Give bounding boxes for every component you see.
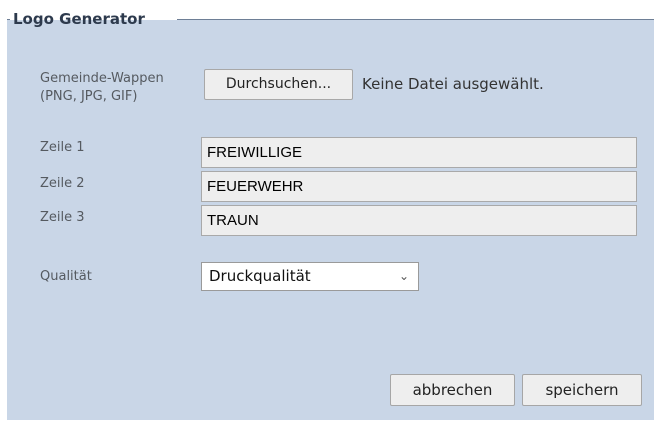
chevron-down-icon: ⌄: [398, 269, 409, 283]
file-status: Keine Datei ausgewählt.: [362, 75, 544, 93]
quality-label: Qualität: [40, 269, 92, 284]
line2-input[interactable]: FEUERWEHR: [201, 171, 637, 202]
line2-label: Zeile 2: [40, 176, 85, 191]
fieldset-legend: Logo Generator: [13, 10, 145, 28]
fieldset-border-left: [7, 19, 10, 20]
quality-select[interactable]: Druckqualität ⌄: [201, 262, 419, 291]
line3-input[interactable]: TRAUN: [201, 205, 637, 236]
fieldset-border-right: [177, 19, 654, 20]
wappen-label: Gemeinde-Wappen (PNG, JPG, GIF): [40, 70, 164, 106]
line1-input[interactable]: FREIWILLIGE: [201, 137, 637, 168]
line3-label: Zeile 3: [40, 210, 85, 225]
line1-label: Zeile 1: [40, 140, 85, 155]
cancel-button[interactable]: abbrechen: [390, 374, 515, 406]
wappen-label-line2: (PNG, JPG, GIF): [40, 89, 138, 104]
quality-selected-value: Druckqualität: [209, 267, 311, 285]
browse-button[interactable]: Durchsuchen...: [204, 69, 353, 100]
save-button[interactable]: speichern: [522, 374, 642, 406]
wappen-label-line1: Gemeinde-Wappen: [40, 71, 164, 86]
